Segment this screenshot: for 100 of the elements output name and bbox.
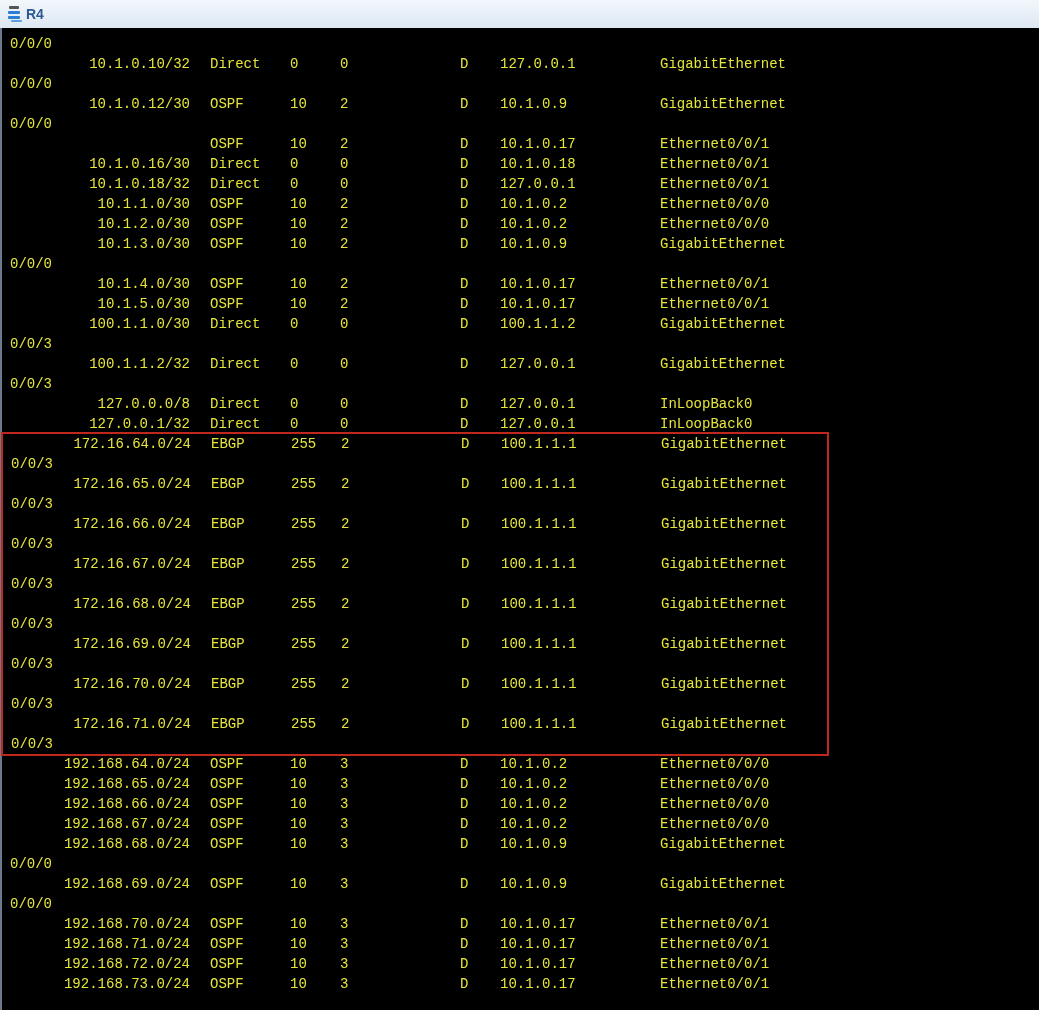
terminal-text: 192.168.65.0/24 <box>63 775 190 794</box>
terminal-text: EBGP <box>211 715 245 734</box>
terminal-text: D <box>461 595 470 614</box>
terminal-text: 2 <box>340 275 349 294</box>
terminal-text: Ethernet0/0/1 <box>660 955 770 974</box>
terminal-text: OSPF <box>210 875 244 894</box>
terminal-text: 10 <box>290 215 307 234</box>
terminal-text: 100.1.1.1 <box>501 715 577 734</box>
terminal-text: 0/0/3 <box>11 495 53 514</box>
terminal-text: GigabitEthernet <box>660 235 787 254</box>
terminal-text: 255 <box>291 675 317 694</box>
terminal-text: 100.1.1.2/32 <box>89 355 190 374</box>
terminal-text: 255 <box>291 555 317 574</box>
terminal-text: GigabitEthernet <box>660 875 787 894</box>
terminal-text: D <box>460 155 469 174</box>
terminal-text: EBGP <box>211 515 245 534</box>
terminal-text: 0 <box>290 315 299 334</box>
terminal-text: D <box>460 955 469 974</box>
terminal-text: 0/0/0 <box>10 75 52 94</box>
terminal-text: 2 <box>340 135 349 154</box>
terminal-text: 10.1.0.17 <box>500 295 576 314</box>
terminal-text: GigabitEthernet <box>661 715 788 734</box>
terminal-text: 3 <box>340 835 349 854</box>
terminal-text: 3 <box>340 755 349 774</box>
terminal-text: 10.1.0.9 <box>500 875 568 894</box>
terminal-text: 0 <box>290 395 299 414</box>
terminal-text: Ethernet0/0/1 <box>660 975 770 994</box>
terminal-text: Direct <box>210 415 261 434</box>
terminal-text: 10 <box>290 775 307 794</box>
terminal-text: Ethernet0/0/0 <box>660 795 770 814</box>
terminal-text: 10 <box>290 135 307 154</box>
terminal-text: D <box>461 515 470 534</box>
terminal-text: 10.1.0.18/32 <box>89 175 190 194</box>
terminal-text: 10.1.0.10/32 <box>89 55 190 74</box>
terminal-text: D <box>461 715 470 734</box>
terminal-text: 0/0/3 <box>10 375 52 394</box>
terminal-text: D <box>460 275 469 294</box>
terminal-text: D <box>460 315 469 334</box>
terminal-text: D <box>460 95 469 114</box>
terminal-text: 10.1.0.2 <box>500 755 568 774</box>
terminal-text: OSPF <box>210 955 244 974</box>
terminal-text: 10.1.0.17 <box>500 915 576 934</box>
terminal-text: Direct <box>210 155 261 174</box>
terminal-text: D <box>461 675 470 694</box>
terminal-text: OSPF <box>210 815 244 834</box>
terminal-text: 0/0/3 <box>11 575 53 594</box>
terminal-text: 10.1.0.2 <box>500 815 568 834</box>
terminal-text: 192.168.66.0/24 <box>63 795 190 814</box>
terminal-text: 127.0.0.1 <box>500 395 576 414</box>
terminal-text: 0/0/3 <box>11 535 53 554</box>
terminal-text: 0/0/0 <box>10 895 52 914</box>
terminal-text: 10 <box>290 295 307 314</box>
terminal-text: 2 <box>340 215 349 234</box>
terminal-text: 192.168.67.0/24 <box>63 815 190 834</box>
terminal-text: 192.168.70.0/24 <box>63 915 190 934</box>
terminal-text: 10.1.0.9 <box>500 235 568 254</box>
terminal-text: 127.0.0.1 <box>500 415 576 434</box>
terminal-text: OSPF <box>210 275 244 294</box>
terminal-text: 10 <box>290 815 307 834</box>
terminal-text: OSPF <box>210 835 244 854</box>
terminal-text: 0 <box>290 55 299 74</box>
terminal-text: 10.1.0.17 <box>500 935 576 954</box>
terminal-text: 3 <box>340 875 349 894</box>
terminal-text: 0/0/0 <box>10 35 52 54</box>
terminal-text: 10.1.0.12/30 <box>89 95 190 114</box>
terminal-text: 0/0/3 <box>11 455 53 474</box>
terminal-text: Ethernet0/0/1 <box>660 295 770 314</box>
terminal-text: 100.1.1.0/30 <box>89 315 190 334</box>
terminal-text: 192.168.64.0/24 <box>63 755 190 774</box>
terminal-text: OSPF <box>210 215 244 234</box>
terminal-text: 10 <box>290 955 307 974</box>
terminal-text: 100.1.1.1 <box>501 515 577 534</box>
terminal-text: Ethernet0/0/1 <box>660 175 770 194</box>
terminal-text: 10 <box>290 195 307 214</box>
terminal-text: 0 <box>290 415 299 434</box>
terminal-text: 10.1.0.2 <box>500 775 568 794</box>
terminal-text: Ethernet0/0/0 <box>660 215 770 234</box>
terminal-text: OSPF <box>210 235 244 254</box>
terminal-text: 0/0/3 <box>11 735 53 754</box>
terminal-text: D <box>460 355 469 374</box>
terminal-text: 0 <box>290 155 299 174</box>
terminal-text: 3 <box>340 775 349 794</box>
terminal-text: GigabitEthernet <box>660 55 787 74</box>
terminal-text: 0 <box>340 395 349 414</box>
terminal-text: 255 <box>291 715 317 734</box>
terminal-text: 10.1.4.0/30 <box>97 275 190 294</box>
terminal-text: 2 <box>341 435 350 454</box>
terminal-text: 10.1.5.0/30 <box>97 295 190 314</box>
terminal-text: 0/0/0 <box>10 855 52 874</box>
terminal-text: 100.1.1.2 <box>500 315 576 334</box>
terminal-text: 100.1.1.1 <box>501 595 577 614</box>
terminal-text: 0/0/3 <box>11 615 53 634</box>
terminal-text: 0 <box>340 315 349 334</box>
terminal-text: 10.1.0.2 <box>500 195 568 214</box>
terminal-text: GigabitEthernet <box>661 635 788 654</box>
terminal-text: GigabitEthernet <box>661 555 788 574</box>
terminal-text: D <box>460 815 469 834</box>
terminal-text: 100.1.1.1 <box>501 555 577 574</box>
terminal-text: EBGP <box>211 635 245 654</box>
terminal-text: 10.1.3.0/30 <box>97 235 190 254</box>
